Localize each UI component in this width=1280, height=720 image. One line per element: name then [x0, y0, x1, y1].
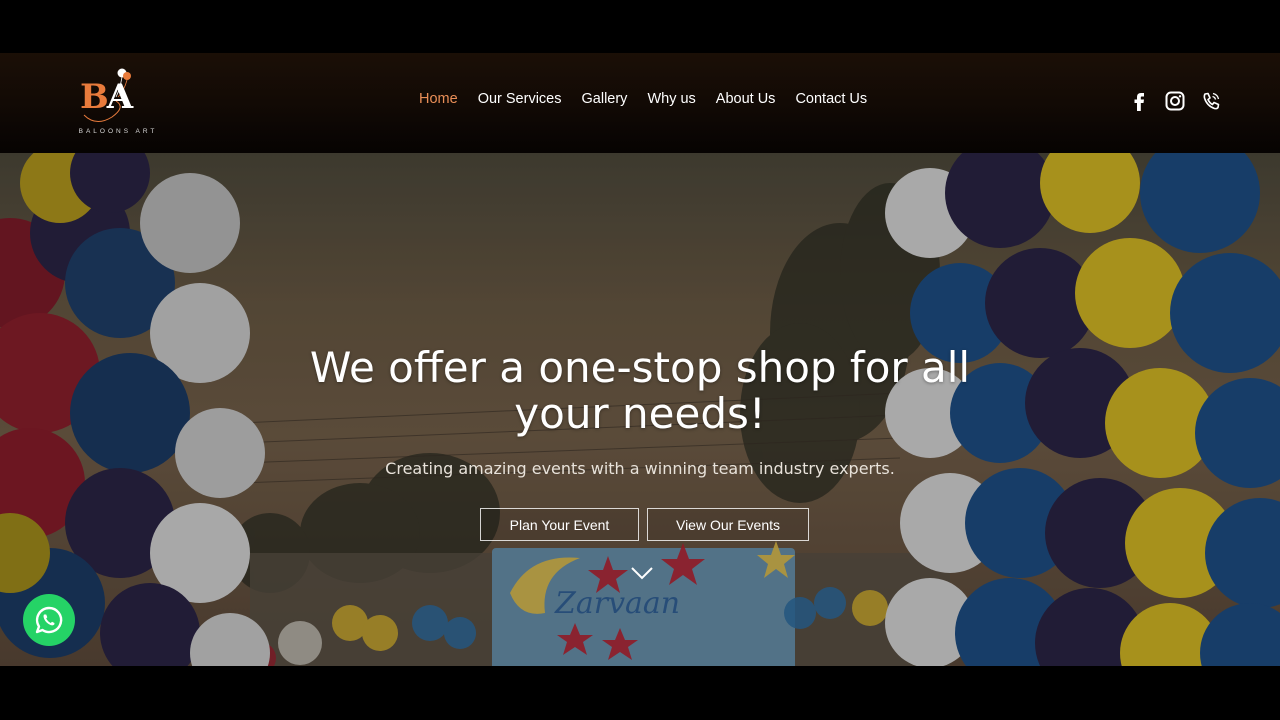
nav-contact-us[interactable]: Contact Us: [795, 91, 867, 107]
nav-home[interactable]: Home: [419, 91, 458, 107]
whatsapp-icon: [35, 606, 63, 634]
view-our-events-button[interactable]: View Our Events: [647, 508, 809, 541]
nav-our-services[interactable]: Our Services: [478, 91, 562, 107]
whatsapp-button[interactable]: [23, 594, 75, 646]
page: BA BALOONS ART Home Our Services Gallery…: [0, 0, 1280, 720]
hero-section: Zarvaan We offer a one-stop shop for all…: [0, 153, 1280, 666]
nav-why-us[interactable]: Why us: [647, 91, 695, 107]
instagram-icon[interactable]: [1164, 89, 1186, 113]
hero-title: We offer a one-stop shop for all your ne…: [309, 343, 971, 438]
logo-monogram: BA: [80, 77, 133, 117]
site-header: BA BALOONS ART Home Our Services Gallery…: [0, 53, 1280, 153]
nav-gallery[interactable]: Gallery: [582, 91, 628, 107]
brand-logo[interactable]: BA BALOONS ART: [76, 67, 160, 139]
logo-caption: BALOONS ART: [78, 128, 158, 135]
chevron-down-icon[interactable]: [630, 565, 654, 581]
phone-icon[interactable]: [1200, 89, 1222, 113]
plan-your-event-button[interactable]: Plan Your Event: [480, 508, 639, 541]
facebook-icon[interactable]: [1128, 89, 1150, 113]
main-nav: Home Our Services Gallery Why us About U…: [419, 91, 867, 107]
social-links: [1128, 89, 1222, 113]
hero-subtitle: Creating amazing events with a winning t…: [385, 459, 895, 478]
nav-about-us[interactable]: About Us: [716, 91, 776, 107]
